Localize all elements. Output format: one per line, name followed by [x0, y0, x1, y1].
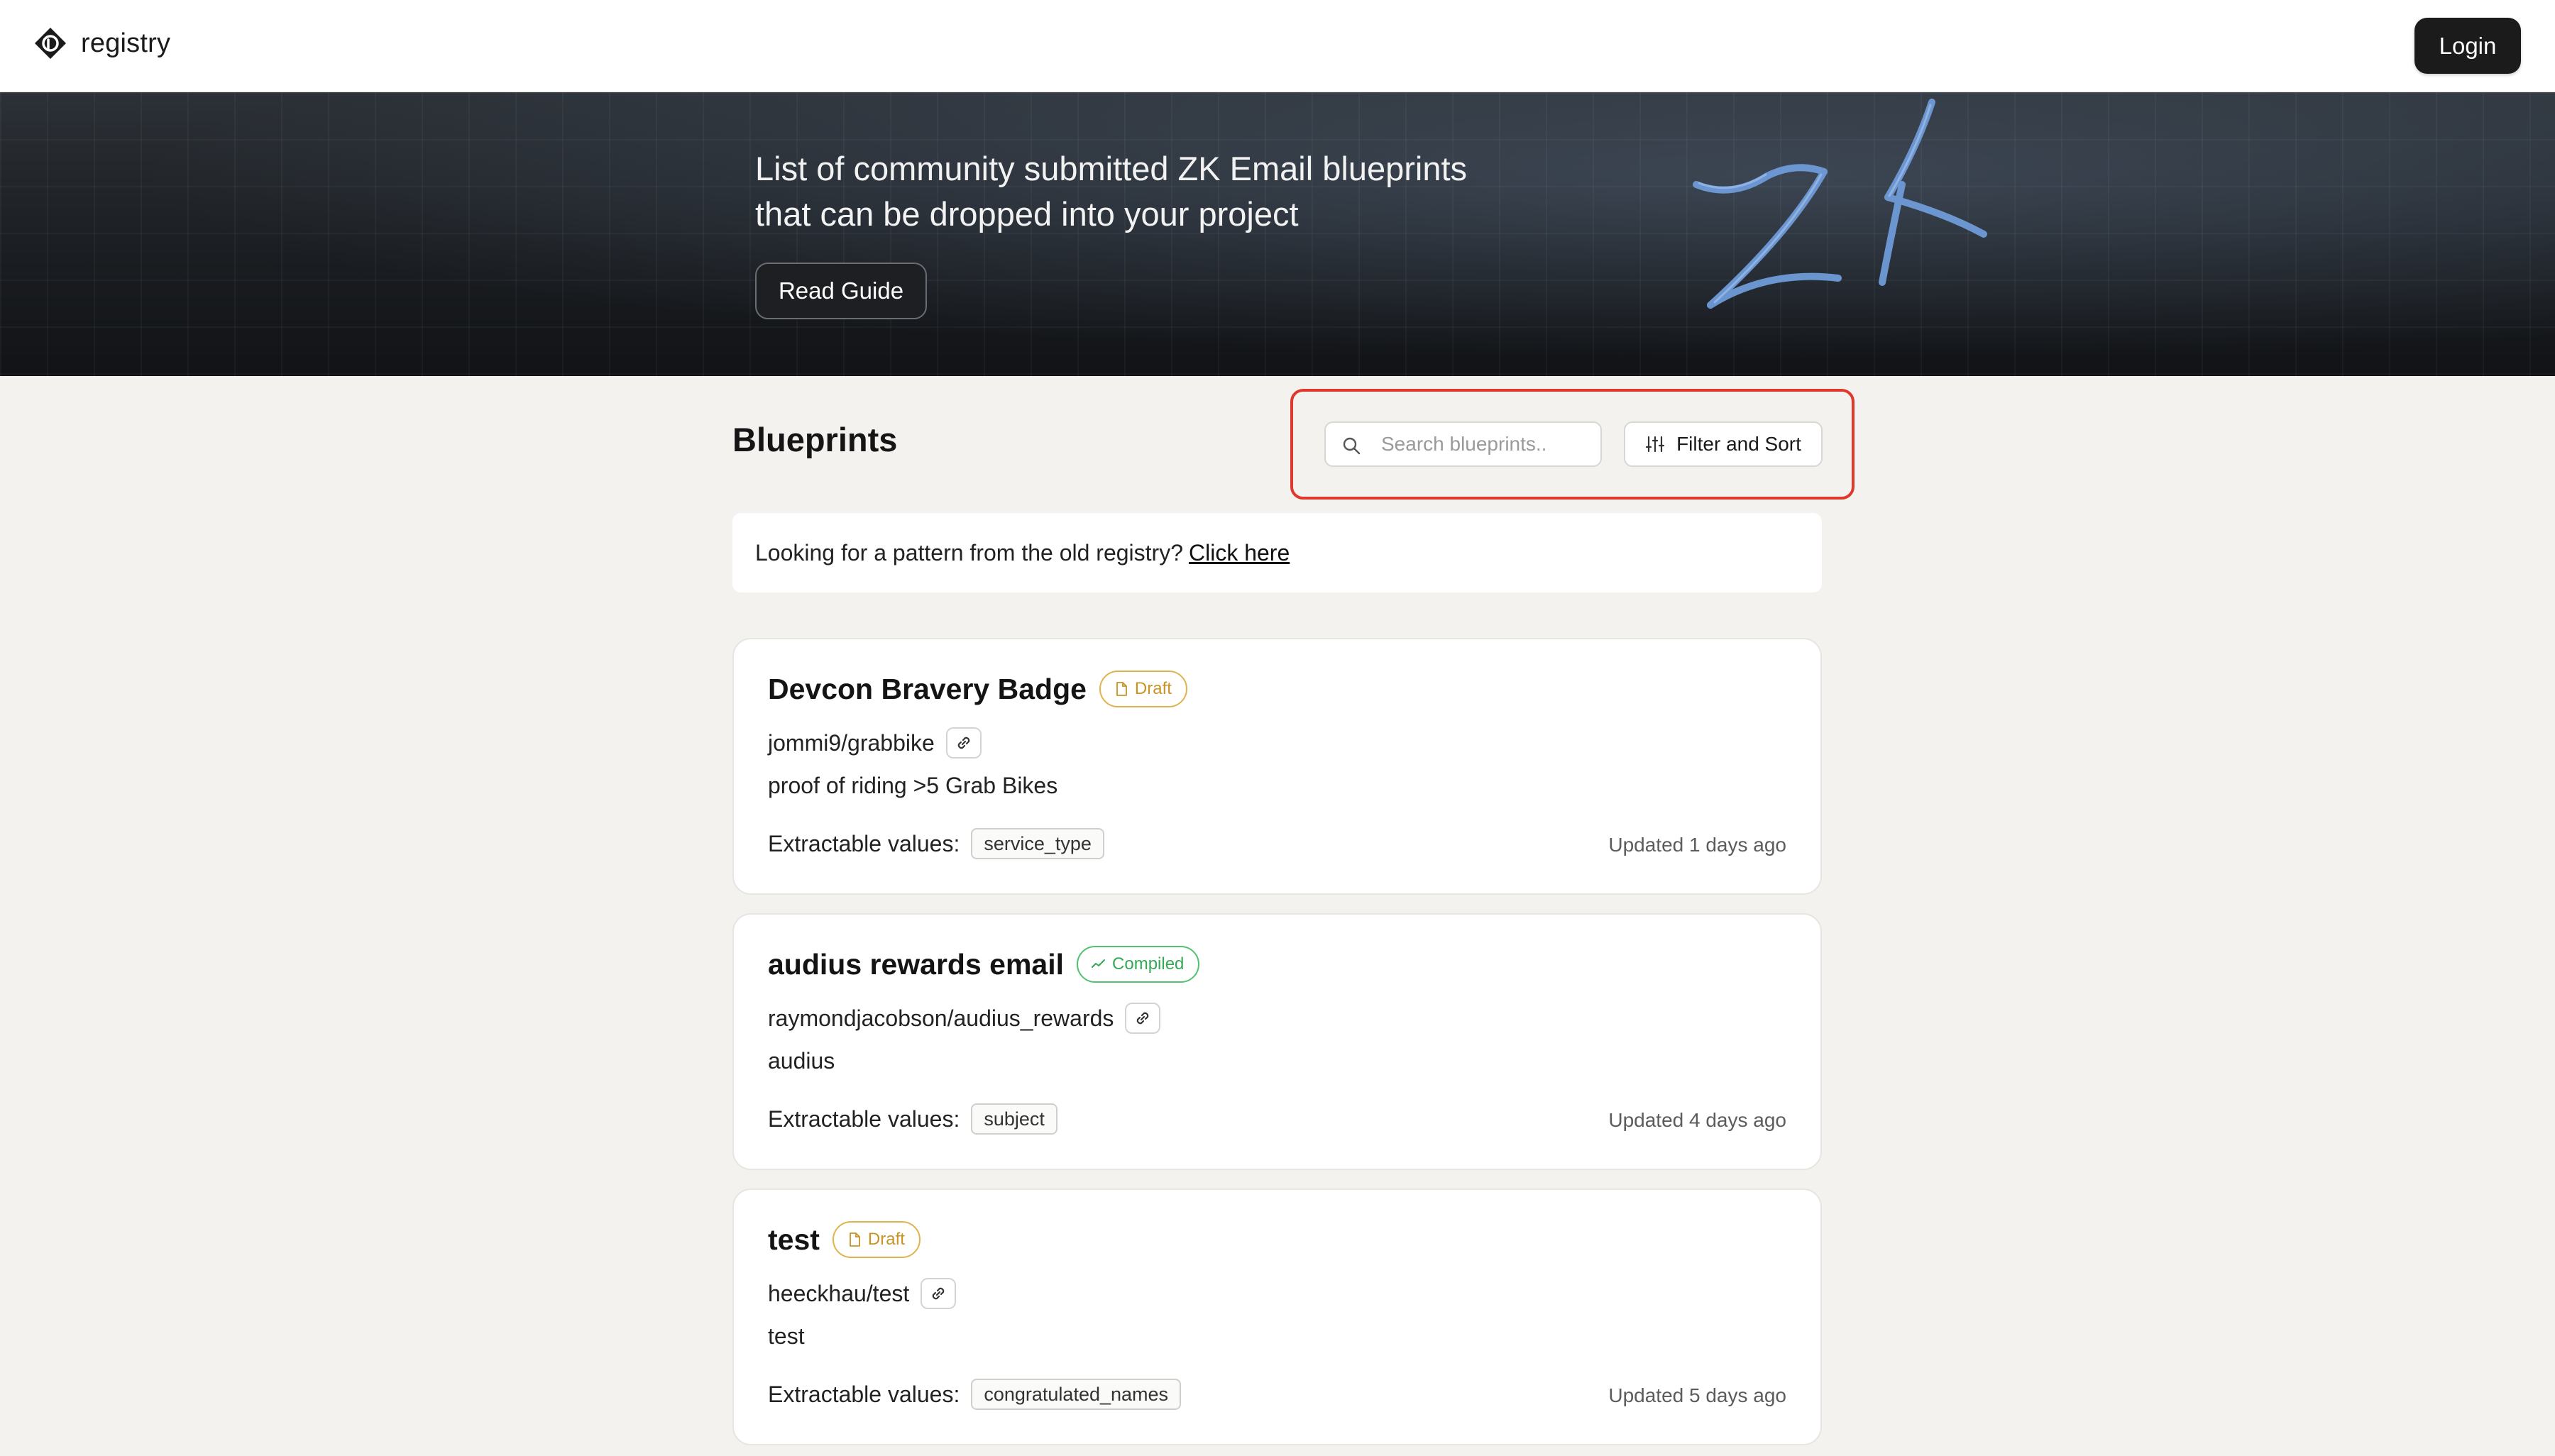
status-badge-draft: Draft: [832, 1221, 921, 1258]
blueprint-card[interactable]: audius rewards email Compiled raymondjac…: [732, 913, 1822, 1170]
blueprint-path: heeckhau/test: [768, 1280, 910, 1306]
top-bar: registry Login: [0, 0, 2555, 92]
updated-timestamp: Updated 5 days ago: [1608, 1384, 1786, 1406]
updated-timestamp: Updated 1 days ago: [1608, 834, 1786, 856]
login-button[interactable]: Login: [2414, 18, 2521, 74]
document-icon: [1116, 682, 1127, 696]
notice-text: Looking for a pattern from the old regis…: [755, 539, 1183, 566]
blueprint-description: test: [768, 1323, 805, 1349]
extractable-value-chip: congratulated_names: [971, 1379, 1182, 1410]
hero-banner: List of community submitted ZK Email blu…: [0, 92, 2555, 376]
brand[interactable]: registry: [33, 26, 170, 61]
old-registry-link[interactable]: Click here: [1189, 540, 1290, 566]
copy-link-button[interactable]: [921, 1278, 957, 1309]
updated-timestamp: Updated 4 days ago: [1608, 1109, 1786, 1131]
extractable-values-label: Extractable values:: [768, 830, 960, 856]
blueprint-title[interactable]: test: [768, 1223, 820, 1257]
search-input[interactable]: [1381, 423, 1594, 465]
extractable-value-chip: subject: [971, 1103, 1057, 1135]
hero-title: List of community submitted ZK Email blu…: [755, 146, 1593, 237]
extractable-value-chip: service_type: [971, 828, 1104, 859]
document-icon: [850, 1232, 860, 1247]
extractable-values-label: Extractable values:: [768, 1381, 960, 1407]
blueprint-card[interactable]: Devcon Bravery Badge Draft jommi9/grabbi…: [732, 638, 1822, 895]
blueprint-description: proof of riding >5 Grab Bikes: [768, 773, 1058, 798]
sliders-icon: [1645, 436, 1665, 453]
check-trend-icon: [1092, 959, 1106, 968]
copy-link-button[interactable]: [945, 727, 982, 759]
status-badge-draft: Draft: [1099, 671, 1187, 707]
registry-logo-icon: [35, 28, 66, 59]
old-registry-notice: Looking for a pattern from the old regis…: [732, 513, 1822, 592]
blueprint-title[interactable]: audius rewards email: [768, 948, 1064, 981]
copy-link-button[interactable]: [1125, 1003, 1161, 1034]
hero-title-line-1: List of community submitted ZK Email blu…: [755, 150, 1468, 187]
link-icon: [932, 1287, 945, 1300]
extractable-values-label: Extractable values:: [768, 1105, 960, 1132]
blueprint-path: raymondjacobson/audius_rewards: [768, 1005, 1114, 1031]
search-icon: [1343, 437, 1361, 455]
hero-title-line-2: that can be dropped into your project: [755, 195, 1299, 233]
filter-sort-label: Filter and Sort: [1676, 433, 1801, 455]
zk-art-logo: [1693, 99, 1987, 309]
search-box[interactable]: [1324, 421, 1602, 467]
link-icon: [1137, 1012, 1149, 1025]
blueprint-path: jommi9/grabbike: [768, 729, 935, 756]
link-icon: [957, 737, 970, 749]
status-badge-label: Compiled: [1112, 954, 1185, 974]
blueprints-title: Blueprints: [732, 421, 898, 458]
status-badge-label: Draft: [867, 1230, 905, 1249]
filter-sort-button[interactable]: Filter and Sort: [1624, 421, 1823, 467]
brand-name: registry: [81, 28, 171, 58]
read-guide-button[interactable]: Read Guide: [755, 263, 927, 319]
blueprint-title[interactable]: Devcon Bravery Badge: [768, 673, 1087, 706]
status-badge-label: Draft: [1134, 679, 1172, 698]
blueprint-description: audius: [768, 1048, 835, 1074]
status-badge-compiled: Compiled: [1077, 946, 1200, 983]
blueprint-card[interactable]: test Draft heeckhau/test test Extractabl…: [732, 1188, 1822, 1445]
